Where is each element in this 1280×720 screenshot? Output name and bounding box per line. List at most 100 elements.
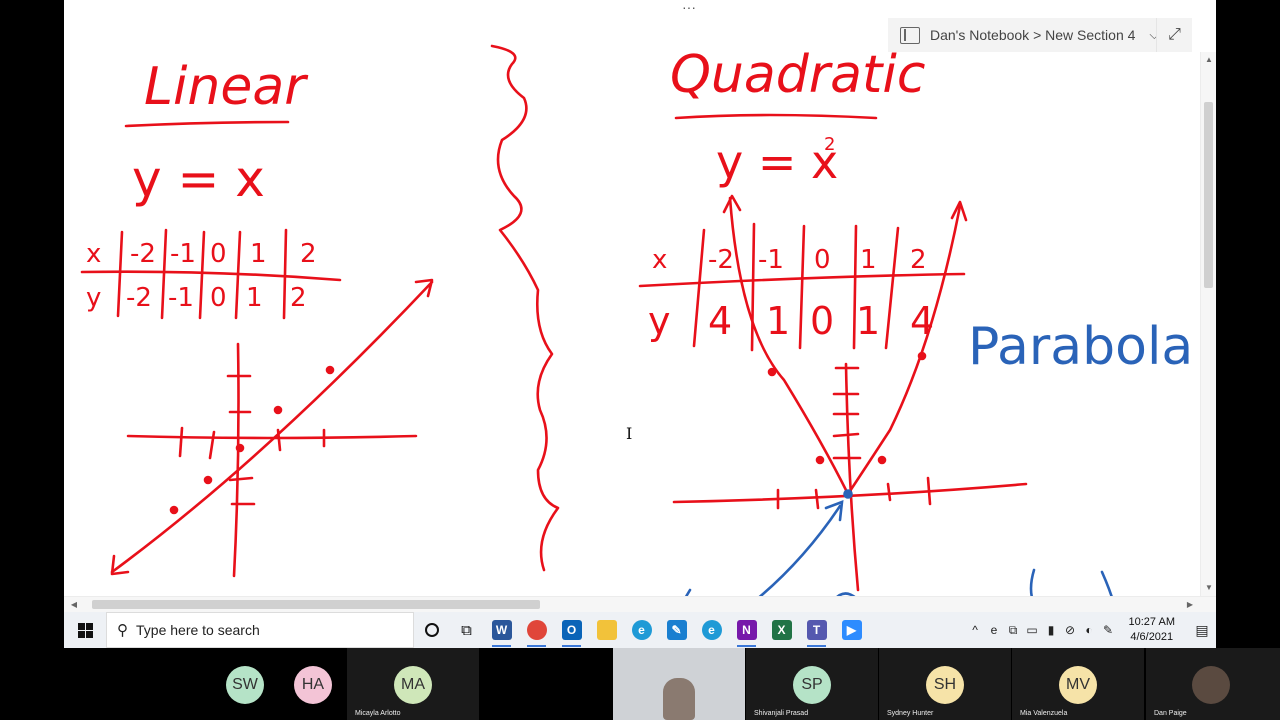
ink-canvas[interactable]: Linear y = x x -2 -1 0 1 2 y -2 -1 0 1 2 Quadratic… bbox=[64, 0, 1216, 612]
linear-table-vline bbox=[116, 230, 124, 318]
participant-video bbox=[663, 678, 695, 720]
participant-name: Shivanjali Prasad bbox=[754, 710, 809, 717]
linear-tick bbox=[178, 426, 184, 458]
quad-y-cell: 1 bbox=[856, 299, 880, 343]
word-taskbar-button[interactable]: W bbox=[484, 612, 519, 648]
screen: ··· Linear y = x x -2 -1 0 1 2 y -2 -1 0… bbox=[0, 0, 1280, 720]
linear-y-cell: 0 bbox=[210, 283, 227, 313]
file-explorer-taskbar-button[interactable] bbox=[589, 612, 624, 648]
vertical-scrollbar[interactable]: ▲ ▼ bbox=[1200, 52, 1216, 596]
app-icon: ✎ bbox=[666, 620, 687, 640]
edge-tray-icon[interactable]: e bbox=[985, 623, 1004, 638]
linear-table-vline bbox=[282, 228, 288, 320]
teams-taskbar-button[interactable]: T bbox=[799, 612, 834, 648]
linear-x-cell: 1 bbox=[250, 239, 267, 269]
app-taskbar-button[interactable]: ✎ bbox=[659, 612, 694, 648]
volume-icon[interactable]: ◐ bbox=[1080, 623, 1099, 638]
linear-arrow-top bbox=[414, 278, 434, 298]
scroll-right-arrow-icon[interactable]: ▶ bbox=[1182, 597, 1198, 612]
network-icon[interactable]: ⊘ bbox=[1061, 623, 1080, 638]
linear-y-cell: -1 bbox=[168, 283, 194, 313]
quadratic-point bbox=[917, 351, 927, 361]
linear-table-vline bbox=[160, 228, 168, 320]
cortana-icon bbox=[424, 623, 439, 637]
notebook-path-text: Dan's Notebook > New Section 4 bbox=[930, 27, 1136, 43]
zoom-participant-strip: SW HA MA Micayla Arlotto SP Shivanjali Prasad… bbox=[0, 648, 1280, 720]
linear-point bbox=[203, 475, 213, 485]
notification-icon[interactable]: ▤ bbox=[1188, 622, 1216, 639]
edge-taskbar-button[interactable]: e bbox=[624, 612, 659, 648]
avatar: MA bbox=[394, 666, 432, 704]
parabola-curve bbox=[728, 196, 962, 496]
participant-name: Mia Valenzuela bbox=[1020, 710, 1068, 717]
participant-name: Sydney Hunter bbox=[887, 710, 934, 717]
participant-name: Dan Paige bbox=[1154, 710, 1187, 717]
notebook-breadcrumb[interactable]: Dan's Notebook > New Section 4 ⌵ bbox=[888, 18, 1192, 52]
participant-tile[interactable]: SP Shivanjali Prasad bbox=[746, 648, 878, 720]
avatar bbox=[1192, 666, 1230, 704]
file-explorer-icon bbox=[596, 620, 617, 640]
microphone-icon[interactable]: ▮ bbox=[1042, 623, 1061, 638]
avatar: HA bbox=[294, 666, 332, 704]
participant-tile[interactable] bbox=[613, 648, 745, 720]
pen-icon[interactable]: ✎ bbox=[1099, 623, 1118, 638]
onenote-icon: N bbox=[736, 620, 757, 640]
expand-icon[interactable]: ⤢ bbox=[1156, 18, 1192, 52]
linear-x-cell: 0 bbox=[210, 239, 227, 269]
zoom-icon: ▶ bbox=[841, 620, 862, 640]
participant-tile[interactable]: MV Mia Valenzuela bbox=[1012, 648, 1144, 720]
linear-x-cell: -1 bbox=[170, 239, 196, 269]
search-placeholder: Type here to search bbox=[136, 622, 260, 638]
clock[interactable]: 10:27 AM 4/6/2021 bbox=[1129, 615, 1175, 645]
quad-y-axis bbox=[844, 362, 860, 592]
quad-y-cell: y bbox=[648, 299, 671, 343]
app-tray-icon[interactable]: ⧉ bbox=[1004, 623, 1023, 638]
zoom-taskbar-button[interactable]: ▶ bbox=[834, 612, 869, 648]
scroll-left-arrow-icon[interactable]: ◀ bbox=[66, 597, 82, 612]
participant-tile[interactable]: Dan Paige bbox=[1146, 648, 1280, 720]
task-view-button[interactable]: ⧉ bbox=[449, 612, 484, 648]
linear-table-vline bbox=[198, 230, 206, 320]
participant-tile[interactable]: MA Micayla Arlotto bbox=[347, 648, 479, 720]
participant-tile[interactable]: SW bbox=[212, 648, 278, 720]
quad-x-cell: -2 bbox=[708, 245, 734, 275]
windows-taskbar: ⚲ Type here to search ⧉ W Oe ✎ e N X T ▶ ^ e ⧉ ▭ ▮ ⊘… bbox=[64, 612, 1216, 648]
horizontal-scroll-thumb[interactable] bbox=[92, 600, 540, 609]
show-hidden-icons-icon[interactable]: ^ bbox=[966, 623, 985, 638]
divider-squiggle bbox=[490, 44, 560, 572]
quad-y-cell: 4 bbox=[708, 299, 732, 343]
participant-tile[interactable]: SH Sydney Hunter bbox=[879, 648, 1011, 720]
linear-point bbox=[169, 505, 179, 515]
vertical-scroll-thumb[interactable] bbox=[1204, 102, 1213, 288]
system-tray: ^ e ⧉ ▭ ▮ ⊘ ◐ ✎ 10:27 AM 4/6/2021 ▤ bbox=[966, 612, 1216, 648]
scroll-down-arrow-icon[interactable]: ▼ bbox=[1201, 580, 1216, 596]
start-button[interactable] bbox=[64, 612, 106, 648]
edge-legacy-icon: e bbox=[701, 620, 722, 640]
chrome-taskbar-button[interactable] bbox=[519, 612, 554, 648]
avatar: SW bbox=[226, 666, 264, 704]
onenote-taskbar-button[interactable]: N bbox=[729, 612, 764, 648]
linear-tick bbox=[208, 430, 216, 460]
edge-legacy-taskbar-button[interactable]: e bbox=[694, 612, 729, 648]
linear-equation: y = x bbox=[132, 150, 265, 208]
vertex-pointer-arrow bbox=[754, 504, 842, 602]
linear-y-cell: 1 bbox=[246, 283, 263, 313]
notebook-icon bbox=[900, 26, 920, 44]
excel-taskbar-button[interactable]: X bbox=[764, 612, 799, 648]
quad-y-cell: 0 bbox=[810, 299, 834, 343]
horizontal-scrollbar[interactable]: ◀ ▶ bbox=[64, 596, 1216, 612]
onenote-window[interactable]: ··· Linear y = x x -2 -1 0 1 2 y -2 -1 0… bbox=[64, 0, 1216, 612]
taskbar-search-box[interactable]: ⚲ Type here to search bbox=[106, 612, 414, 648]
scroll-up-arrow-icon[interactable]: ▲ bbox=[1201, 52, 1216, 68]
linear-y-cell: y bbox=[86, 283, 101, 313]
participant-tile[interactable] bbox=[480, 648, 612, 720]
quad-table-vline bbox=[692, 228, 706, 348]
outlook-taskbar-button[interactable]: O bbox=[554, 612, 589, 648]
cortana-button[interactable] bbox=[414, 612, 449, 648]
quad-x-cell: 0 bbox=[814, 245, 831, 275]
windows-logo-icon bbox=[77, 622, 93, 638]
quadratic-point bbox=[877, 455, 887, 465]
quad-x-cell: 2 bbox=[910, 245, 927, 275]
battery-icon[interactable]: ▭ bbox=[1023, 623, 1042, 638]
participant-tile[interactable]: HA bbox=[280, 648, 346, 720]
